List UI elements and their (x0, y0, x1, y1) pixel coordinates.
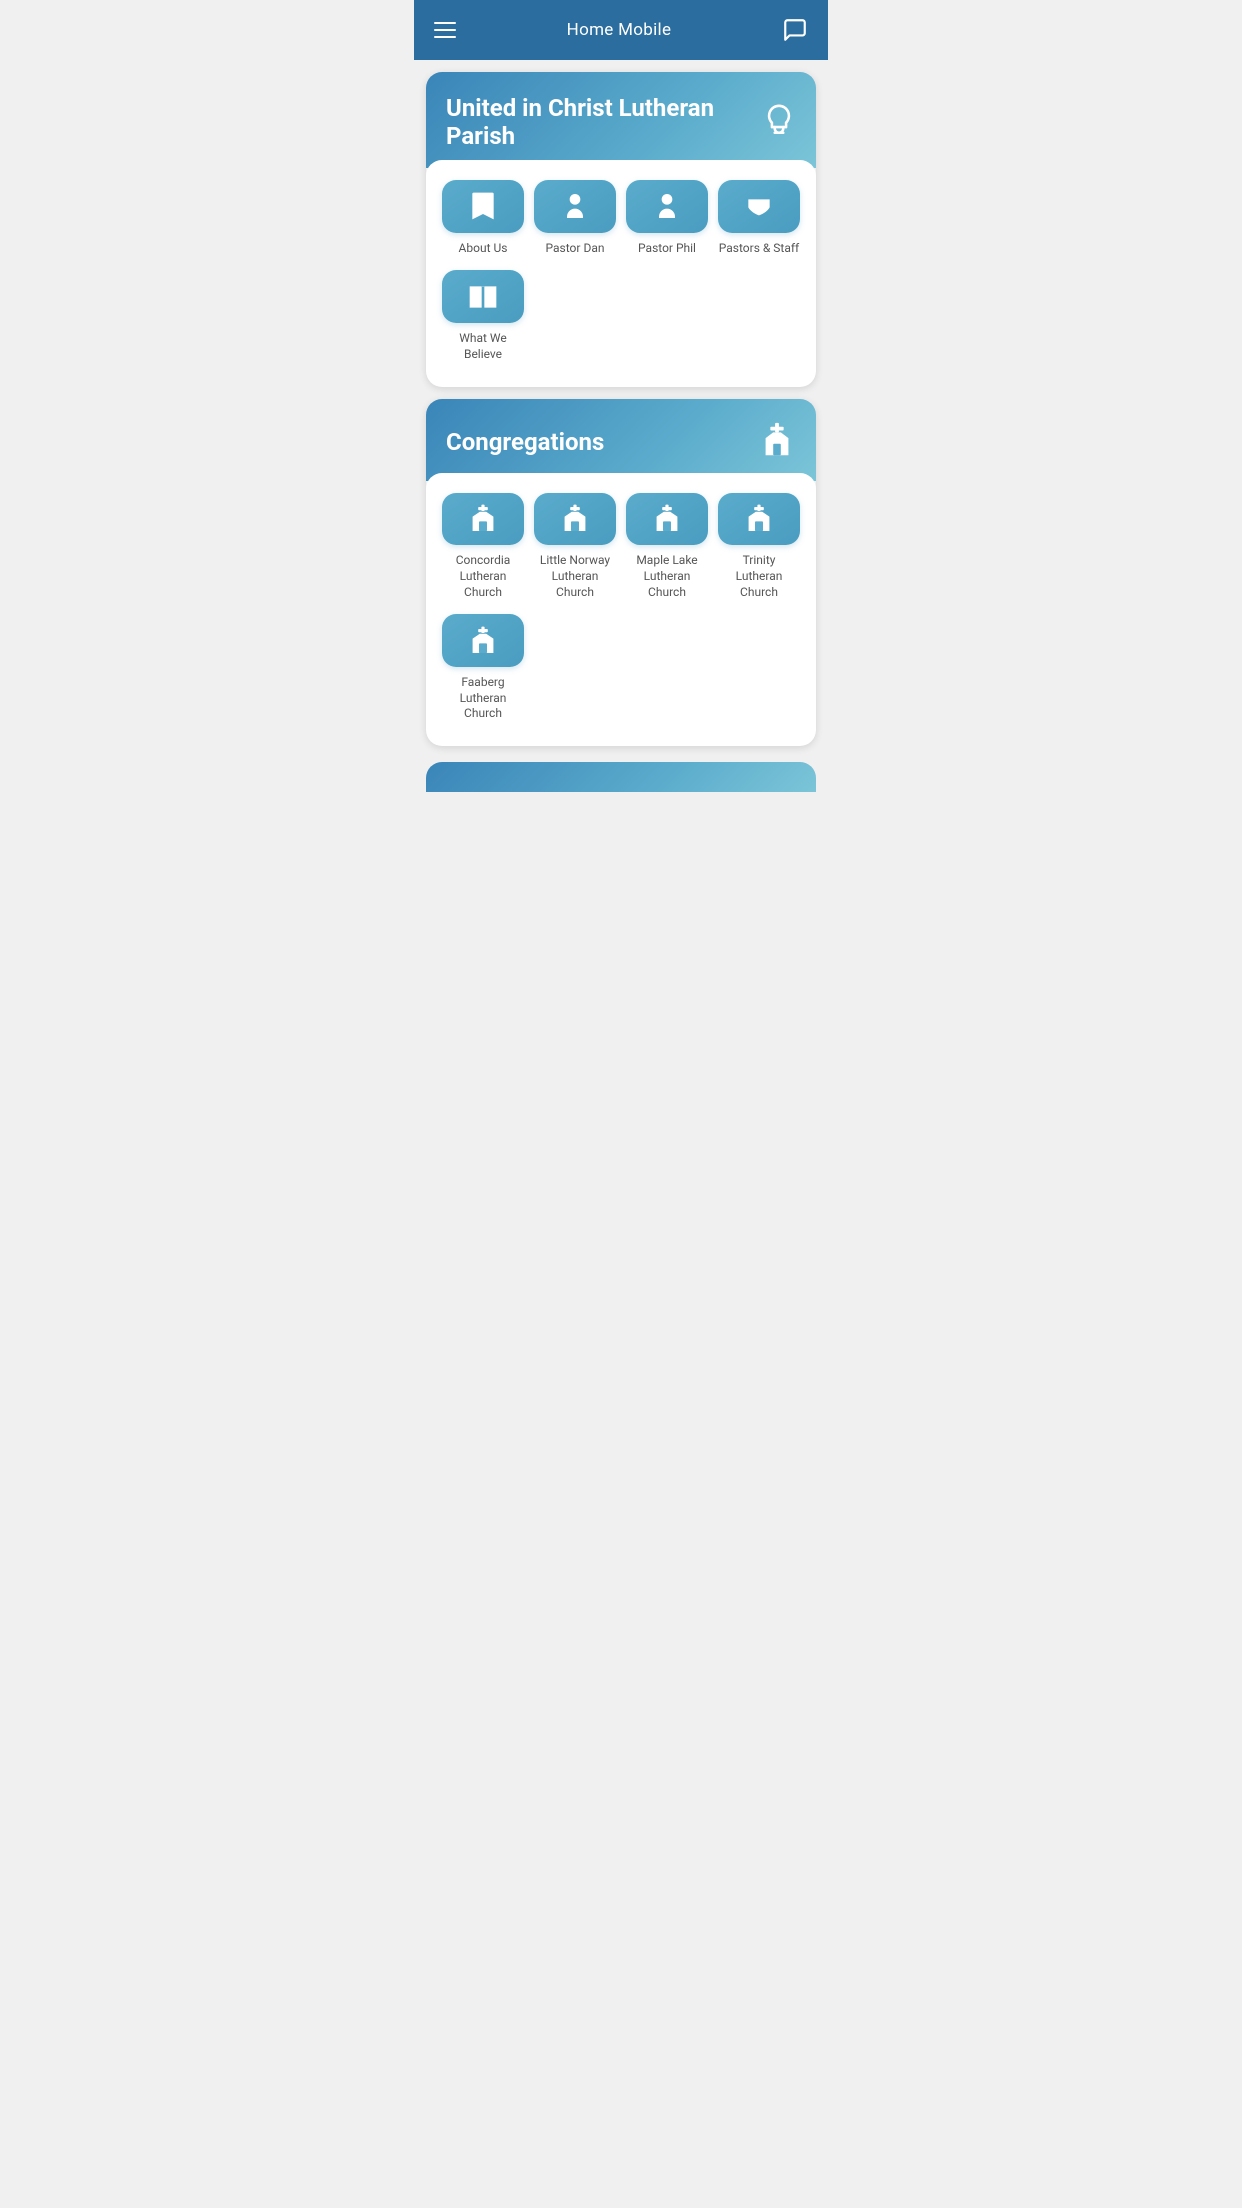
hamburger-menu-button[interactable] (434, 22, 456, 38)
pastor-phil-label: Pastor Phil (638, 241, 696, 257)
parish-section-body: About Us Pastor Dan (426, 160, 816, 387)
about-us-label: About Us (459, 241, 508, 257)
church-icon (559, 503, 591, 535)
pastor-dan-button[interactable] (534, 180, 616, 233)
what-we-believe-button[interactable] (442, 270, 524, 323)
congregations-items-row1: Concordia Lutheran Church Little Norway … (442, 493, 800, 601)
congregations-items-row2: Faaberg Lutheran Church (442, 614, 800, 722)
concordia-item[interactable]: Concordia Lutheran Church (442, 493, 524, 601)
little-norway-item[interactable]: Little Norway Lutheran Church (534, 493, 616, 601)
parish-items-row2: What We Believe (442, 270, 800, 362)
maple-lake-label: Maple Lake Lutheran Church (626, 553, 708, 600)
lightbulb-icon (762, 103, 796, 141)
church-icon (651, 503, 683, 535)
congregations-section-card: Congregations (426, 399, 816, 746)
faaberg-button[interactable] (442, 614, 524, 667)
church-icon (467, 503, 499, 535)
church-icon (467, 625, 499, 657)
congregations-section-body: Concordia Lutheran Church Little Norway … (426, 473, 816, 746)
church-header-icon (758, 421, 796, 463)
pastor-dan-label: Pastor Dan (546, 241, 605, 257)
parish-section-header: United in Christ Lutheran Parish (426, 72, 816, 168)
concordia-button[interactable] (442, 493, 524, 546)
person-icon (559, 190, 591, 222)
little-norway-button[interactable] (534, 493, 616, 546)
trinity-item[interactable]: Trinity Lutheran Church (718, 493, 800, 601)
parish-section-title: United in Christ Lutheran Parish (446, 94, 762, 150)
chat-button[interactable] (782, 17, 808, 43)
parish-items-row1: About Us Pastor Dan (442, 180, 800, 256)
little-norway-label: Little Norway Lutheran Church (534, 553, 616, 600)
pastor-phil-button[interactable] (626, 180, 708, 233)
concordia-label: Concordia Lutheran Church (442, 553, 524, 600)
faaberg-label: Faaberg Lutheran Church (442, 675, 524, 722)
congregations-section-title: Congregations (446, 428, 604, 456)
pastors-staff-item[interactable]: Pastors & Staff (718, 180, 800, 256)
page-content: United in Christ Lutheran Parish (414, 60, 828, 804)
pastors-staff-label: Pastors & Staff (719, 241, 799, 257)
navbar-title: Home Mobile (567, 20, 672, 40)
parish-section-card: United in Christ Lutheran Parish (426, 72, 816, 387)
about-us-button[interactable] (442, 180, 524, 233)
bottom-section-peek (426, 762, 816, 792)
navbar: Home Mobile (414, 0, 828, 60)
faaberg-item[interactable]: Faaberg Lutheran Church (442, 614, 524, 722)
person-icon (651, 190, 683, 222)
pastor-dan-item[interactable]: Pastor Dan (534, 180, 616, 256)
bookmark-icon (467, 190, 499, 222)
what-we-believe-label: What We Believe (442, 331, 524, 362)
maple-lake-item[interactable]: Maple Lake Lutheran Church (626, 493, 708, 601)
pastor-phil-item[interactable]: Pastor Phil (626, 180, 708, 256)
trinity-button[interactable] (718, 493, 800, 546)
congregations-section-header: Congregations (426, 399, 816, 481)
church-icon (743, 503, 775, 535)
maple-lake-button[interactable] (626, 493, 708, 546)
pastors-staff-button[interactable] (718, 180, 800, 233)
book-icon (467, 281, 499, 313)
about-us-item[interactable]: About Us (442, 180, 524, 256)
trinity-label: Trinity Lutheran Church (718, 553, 800, 600)
hand-heart-icon (743, 190, 775, 222)
what-we-believe-item[interactable]: What We Believe (442, 270, 524, 362)
